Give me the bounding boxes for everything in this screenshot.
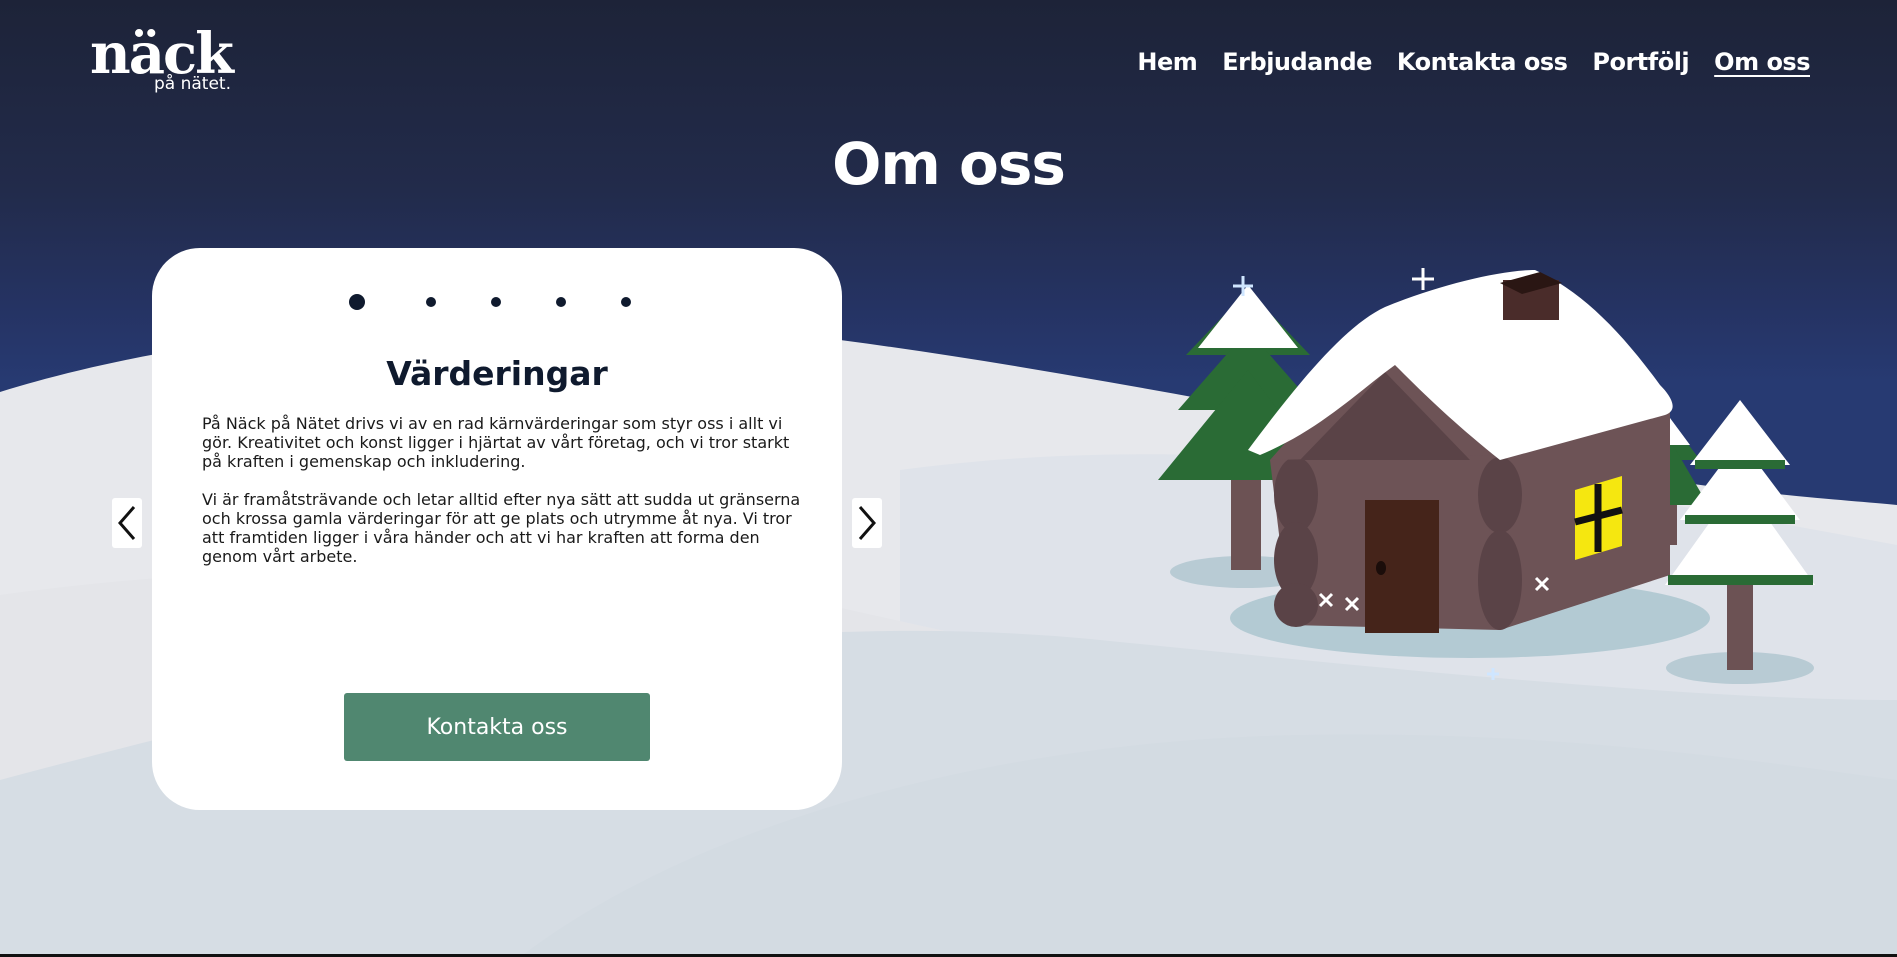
page-title: Om oss: [832, 130, 1066, 198]
carousel-dot-5[interactable]: [621, 297, 631, 307]
card-body: På Näck på Nätet drivs vi av en rad kärn…: [202, 414, 802, 585]
nav-link-erbjudande[interactable]: Erbjudande: [1222, 48, 1372, 76]
carousel-pagination: [152, 292, 842, 312]
carousel-next-button[interactable]: [852, 498, 882, 548]
nav-link-kontakta-oss[interactable]: Kontakta oss: [1397, 48, 1568, 76]
chevron-right-icon: [858, 506, 876, 540]
nav-link-om-oss[interactable]: Om oss: [1714, 48, 1810, 76]
logo-tagline: på nätet.: [154, 74, 231, 94]
card-paragraph: På Näck på Nätet drivs vi av en rad kärn…: [202, 414, 790, 471]
carousel-dot-3[interactable]: [491, 297, 501, 307]
carousel-prev-button[interactable]: [112, 498, 142, 548]
cabin-door: [1365, 500, 1439, 633]
carousel-dot-2[interactable]: [426, 297, 436, 307]
card-title: Värderingar: [386, 354, 608, 393]
site-logo[interactable]: näck på nätet.: [90, 26, 234, 94]
card-paragraph: Vi är framåtsträvande och letar alltid e…: [202, 490, 801, 566]
main-navigation: Hem Erbjudande Kontakta oss Portfölj Om …: [1137, 48, 1810, 76]
nav-link-hem[interactable]: Hem: [1137, 48, 1197, 76]
carousel-dot-4[interactable]: [556, 297, 566, 307]
chevron-left-icon: [118, 506, 136, 540]
log-cabin: [1248, 270, 1673, 633]
nav-link-portfolj[interactable]: Portfölj: [1592, 48, 1689, 76]
carousel-dot-1[interactable]: [349, 294, 365, 310]
about-card: Värderingar På Näck på Nätet drivs vi av…: [152, 248, 842, 810]
contact-button[interactable]: Kontakta oss: [344, 693, 650, 761]
